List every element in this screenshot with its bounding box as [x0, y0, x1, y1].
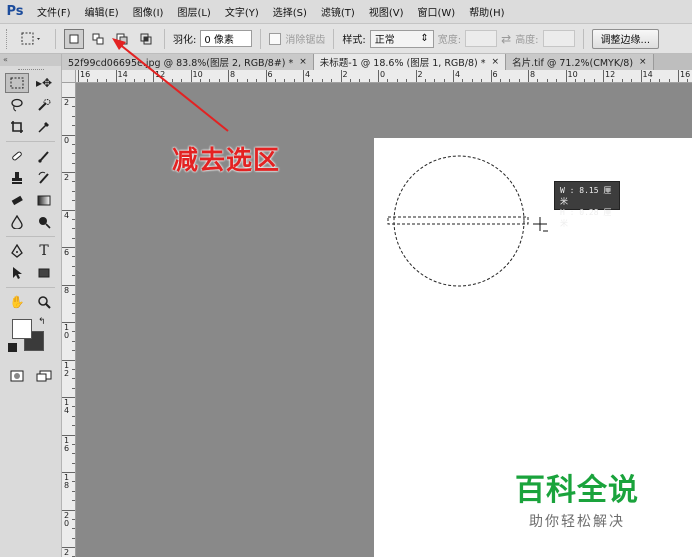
rect-subtract-selection	[387, 216, 529, 225]
watermark: 百科全说 助你轻松解决	[515, 465, 639, 531]
watermark-subtitle: 助你轻松解决	[529, 514, 625, 530]
annotation-arrow	[112, 38, 229, 132]
crosshair-cursor-icon	[533, 217, 548, 232]
tooltip-height: H : 0.28 厘米	[560, 208, 612, 228]
foreground-color-swatch[interactable]	[12, 319, 32, 339]
tooltip-width: W : 8.15 厘米	[560, 186, 612, 206]
dimension-tooltip: W : 8.15 厘米 H : 0.28 厘米	[554, 181, 620, 228]
watermark-title: 百科全说	[515, 473, 639, 508]
ellipse-selection	[393, 155, 525, 287]
annotation-label: 减去选区	[172, 146, 281, 176]
